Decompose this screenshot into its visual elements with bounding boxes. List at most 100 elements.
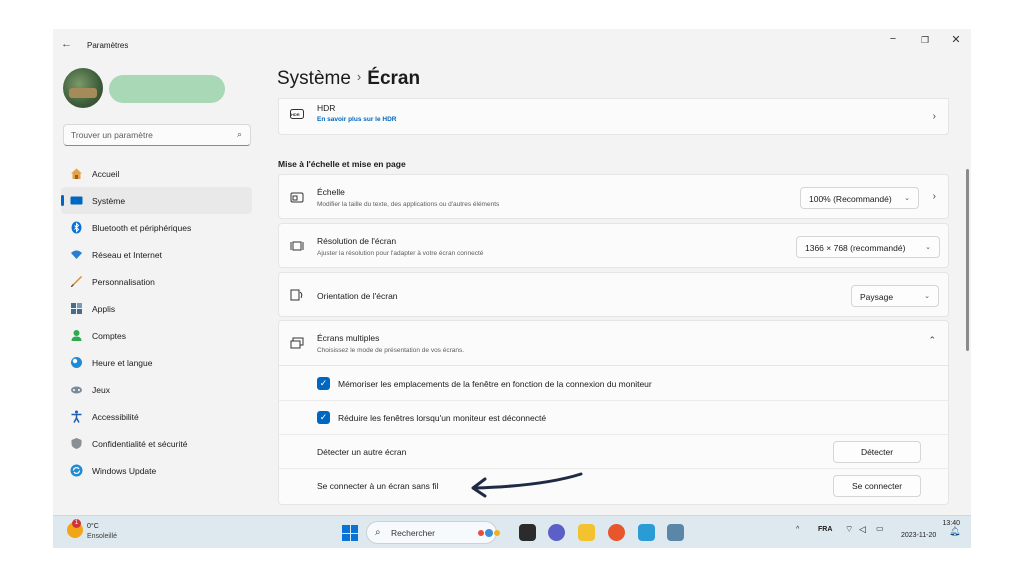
sidebar-item-jeux[interactable]: Jeux [61,376,252,403]
remember-windows-checkbox[interactable]: ✓ [317,377,330,390]
sidebar-item-label: Bluetooth et périphériques [92,223,192,233]
sidebar-item-label: Accessibilité [92,412,139,422]
restore-button[interactable]: ❐ [915,35,935,46]
sidebar-item-heure[interactable]: Heure et langue [61,349,252,376]
resolution-subtitle: Ajuster la résolution pour l'adapter à v… [317,250,484,257]
chevron-up-icon[interactable]: ⌃ [928,335,936,346]
home-icon [70,167,83,180]
back-button[interactable]: ← [61,38,72,50]
wireless-display-label: Se connecter à un écran sans fil [317,481,439,491]
account-name-redacted [109,75,225,103]
start-button[interactable] [342,525,358,541]
sidebar-item-confidentialite[interactable]: Confidentialité et sécurité [61,430,252,457]
sidebar-item-accueil[interactable]: Accueil [61,160,252,187]
orientation-value: Paysage [860,292,894,302]
sidebar-item-label: Système [92,196,126,206]
connect-button[interactable]: Se connecter [833,475,921,497]
remember-windows-label: Mémoriser les emplacements de la fenêtre… [338,379,652,389]
system-icon [70,194,83,207]
hdr-icon-text: HDR [291,112,300,117]
sidebar-item-label: Windows Update [92,466,157,476]
orientation-card: Orientation de l'écran Paysage ⌄ [278,272,949,317]
firefox-icon[interactable] [608,524,625,541]
search-placeholder: Trouver un paramètre [71,130,153,140]
notification-bell-icon[interactable]: 🔔︎ [949,526,960,537]
weather-temperature[interactable]: 0°C [87,523,99,530]
accounts-icon [70,329,83,342]
scale-dropdown[interactable]: 100% (Recommandé) ⌄ [800,187,919,209]
resolution-dropdown[interactable]: 1366 × 768 (recommandé) ⌄ [796,236,940,258]
chevron-right-icon: › [932,111,936,122]
minimize-windows-checkbox[interactable]: ✓ [317,411,330,424]
battery-icon[interactable]: ▭ [876,524,884,533]
teams-chat-icon[interactable] [548,524,565,541]
folder-icon[interactable] [578,524,595,541]
chevron-down-icon: ⌄ [924,293,930,300]
hdr-card[interactable]: HDR HDR En savoir plus sur le HDR › [278,98,949,135]
tray-overflow-icon[interactable]: ^ [796,526,799,533]
shield-icon [70,437,83,450]
multiple-displays-card[interactable]: Écrans multiples Choisissez le mode de p… [278,320,949,366]
app-title: Paramètres [87,41,129,50]
orientation-dropdown[interactable]: Paysage ⌄ [851,285,939,307]
sidebar-item-label: Accueil [92,169,120,179]
detect-display-row: Détecter un autre écran Détecter [278,435,949,469]
multiple-displays-subtitle: Choisissez le mode de présentation de vo… [317,347,465,354]
multiple-displays-icon [289,336,305,353]
sidebar-item-bluetooth[interactable]: Bluetooth et périphériques [61,214,252,241]
clock-globe-icon [70,356,83,369]
avatar[interactable] [63,68,103,108]
network-icon [70,248,83,261]
settings-gear-icon[interactable] [667,524,684,541]
search-icon: ⌕ [236,129,242,139]
sidebar-item-comptes[interactable]: Comptes [61,322,252,349]
minimize-windows-row: ✓ Réduire les fenêtres lorsqu'un moniteu… [278,401,949,435]
settings-window: ← Paramètres − ❐ ✕ Trouver un paramètre … [53,29,971,548]
breadcrumb-parent[interactable]: Système [277,68,351,89]
language-indicator[interactable]: FRA [818,526,832,533]
resolution-title: Résolution de l'écran [317,236,397,246]
scale-card[interactable]: Échelle Modifier la taille du texte, des… [278,174,949,219]
sidebar-item-applis[interactable]: Applis [61,295,252,322]
clock-date[interactable]: 2023-11-20 [901,532,936,539]
minimize-button[interactable]: − [883,33,903,45]
scale-title: Échelle [317,187,345,197]
store-icon[interactable] [638,524,655,541]
multiple-displays-title: Écrans multiples [317,333,380,343]
breadcrumb-separator: › [356,69,362,84]
sidebar-item-accessibilite[interactable]: Accessibilité [61,403,252,430]
scrollbar[interactable] [966,169,969,351]
settings-search-input[interactable]: Trouver un paramètre ⌕ [63,124,251,146]
sidebar-item-windows-update[interactable]: Windows Update [61,457,252,484]
widgets-icon[interactable] [476,524,504,541]
bluetooth-icon [70,221,83,234]
arrow-annotation-icon [471,472,583,498]
sidebar-item-label: Réseau et Internet [92,250,162,260]
sidebar-item-personnalisation[interactable]: Personnalisation [61,268,252,295]
page-title: Écran [367,68,421,89]
orientation-title: Orientation de l'écran [317,291,398,301]
minimize-windows-label: Réduire les fenêtres lorsqu'un moniteur … [338,413,547,423]
hdr-learn-more-link[interactable]: En savoir plus sur le HDR [317,116,396,123]
sidebar-item-systeme[interactable]: Système [61,187,252,214]
detect-button[interactable]: Détecter [833,441,921,463]
notification-badge: 1 [72,519,81,528]
volume-icon[interactable]: ◁ [859,524,866,535]
scale-subtitle: Modifier la taille du texte, des applica… [317,201,500,208]
resolution-card: Résolution de l'écran Ajuster la résolut… [278,223,949,268]
close-button[interactable]: ✕ [946,33,966,46]
section-title: Mise à l'échelle et mise en page [278,159,406,169]
sidebar-item-reseau[interactable]: Réseau et Internet [61,241,252,268]
accessibility-icon [70,410,83,423]
weather-description[interactable]: Ensoleillé [87,533,117,540]
chevron-down-icon: ⌄ [925,244,931,251]
resolution-value: 1366 × 768 (recommandé) [805,243,906,253]
resolution-icon [289,239,305,256]
title-bar: ← Paramètres − ❐ ✕ [53,29,971,63]
wifi-icon[interactable]: ⌔ [845,524,853,535]
chevron-right-icon[interactable]: › [933,191,936,202]
search-icon: ⌕ [375,527,381,538]
file-explorer-dark-icon[interactable] [519,524,536,541]
orientation-icon [289,288,305,305]
update-icon [70,464,83,477]
